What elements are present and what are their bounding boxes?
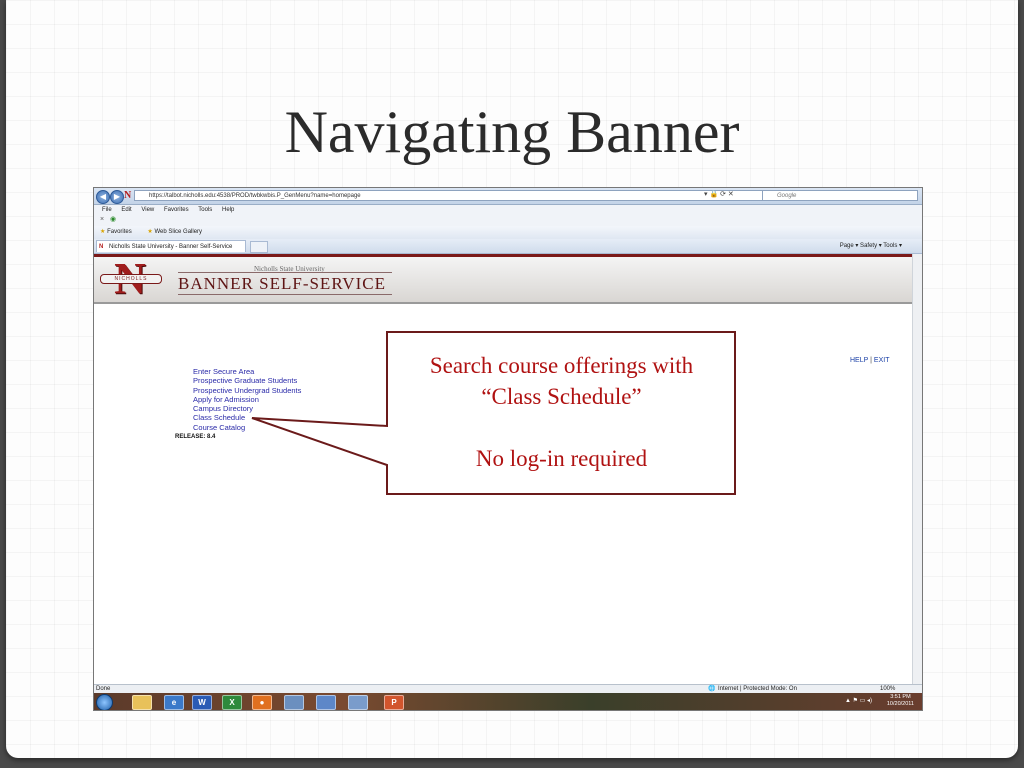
link-course-catalog[interactable]: Course Catalog	[193, 423, 301, 432]
menu-file[interactable]: File	[102, 207, 112, 213]
site-favicon-icon: N	[124, 190, 132, 201]
clock-time: 3:51 PM	[890, 694, 911, 700]
link-class-schedule[interactable]: Class Schedule	[193, 413, 301, 422]
link-apply-admission[interactable]: Apply for Admission	[193, 395, 301, 404]
callout-line-2: “Class Schedule”	[481, 384, 642, 409]
banner-header: N NICHOLLS Nicholls State University BAN…	[94, 254, 912, 304]
link-enter-secure-area[interactable]: Enter Secure Area	[193, 367, 301, 376]
back-icon[interactable]: ◀	[96, 190, 110, 204]
menu-favorites[interactable]: Favorites	[164, 207, 189, 213]
excel-icon[interactable]: X	[222, 695, 242, 710]
command-row: × ◉	[94, 215, 922, 226]
link-prospective-graduate[interactable]: Prospective Graduate Students	[193, 376, 301, 385]
favorites-label[interactable]: Favorites	[107, 229, 132, 235]
link-separator: |	[870, 357, 872, 364]
command-bar-tools[interactable]: Page ▾ Safety ▾ Tools ▾	[840, 239, 902, 253]
menu-tools[interactable]: Tools	[198, 207, 212, 213]
close-icon[interactable]: ×	[100, 216, 104, 223]
address-bar: ◀ ▶ N https://talbot.nicholls.edu:4538/P…	[94, 188, 922, 205]
url-input[interactable]: https://talbot.nicholls.edu:4538/PROD/tw…	[134, 190, 794, 201]
monitor-icon[interactable]	[348, 695, 368, 710]
clock[interactable]: 3:51 PM 10/20/2011	[887, 694, 914, 708]
favorites-bar: ★ Favorites ★ Web Slice Gallery	[94, 226, 922, 240]
word-icon[interactable]: W	[192, 695, 212, 710]
menu-view[interactable]: View	[141, 207, 154, 213]
help-exit-links: HELP | EXIT	[850, 357, 889, 364]
search-input[interactable]: Google	[762, 190, 918, 201]
menu-bar: File Edit View Favorites Tools Help	[94, 205, 922, 215]
clock-date: 10/20/2011	[886, 701, 914, 707]
menu-help[interactable]: Help	[222, 207, 234, 213]
windows-taskbar: e W X ● P ▲ ⚑ ▭ ◂) 3:51 PM 10/20/2011	[94, 693, 922, 710]
release-label: RELEASE: 8.4	[175, 434, 216, 440]
main-menu: Enter Secure Area Prospective Graduate S…	[193, 367, 301, 432]
callout-line-1: Search course offerings with	[429, 353, 694, 378]
ie-icon[interactable]: e	[164, 695, 184, 710]
explorer-icon[interactable]	[132, 695, 152, 710]
web-slice-gallery[interactable]: Web Slice Gallery	[154, 229, 202, 235]
callout-text: Search course offerings with “Class Sche…	[389, 350, 734, 474]
banner-title: BANNER SELF-SERVICE	[178, 272, 392, 295]
new-tab-button[interactable]	[250, 241, 268, 253]
forward-icon[interactable]: ▶	[110, 190, 124, 204]
tab-banner[interactable]: N Nicholls State University - Banner Sel…	[96, 240, 246, 252]
link-campus-directory[interactable]: Campus Directory	[193, 404, 301, 413]
menu-edit[interactable]: Edit	[121, 207, 131, 213]
slide-title: Navigating Banner	[284, 99, 740, 165]
tab-bar: N Nicholls State University - Banner Sel…	[94, 239, 922, 254]
vertical-scrollbar[interactable]	[912, 254, 922, 684]
app-icon[interactable]	[284, 695, 304, 710]
status-text: Done	[96, 686, 111, 692]
powerpoint-icon[interactable]: P	[384, 695, 404, 710]
nicholls-logo-band: NICHOLLS	[100, 274, 162, 284]
start-button[interactable]	[96, 694, 113, 710]
tab-title: Nicholls State University - Banner Self-…	[109, 244, 233, 250]
favorites-star-icon[interactable]: ★	[100, 229, 105, 235]
system-tray[interactable]: ▲ ⚑ ▭ ◂)	[845, 697, 872, 704]
link-prospective-undergrad[interactable]: Prospective Undergrad Students	[193, 386, 301, 395]
add-favorite-icon[interactable]: ★	[147, 229, 152, 235]
tab-favicon-icon: N	[99, 244, 104, 250]
firefox-icon[interactable]: ●	[252, 695, 272, 710]
help-link[interactable]: HELP	[850, 357, 868, 364]
lock-icon[interactable]: ▾ 🔒 ⟳ ✕	[704, 190, 734, 198]
convert-icon[interactable]: ◉	[110, 216, 116, 223]
callout-line-3: No log-in required	[475, 446, 648, 471]
window-icon[interactable]	[316, 695, 336, 710]
exit-link[interactable]: EXIT	[874, 357, 890, 364]
